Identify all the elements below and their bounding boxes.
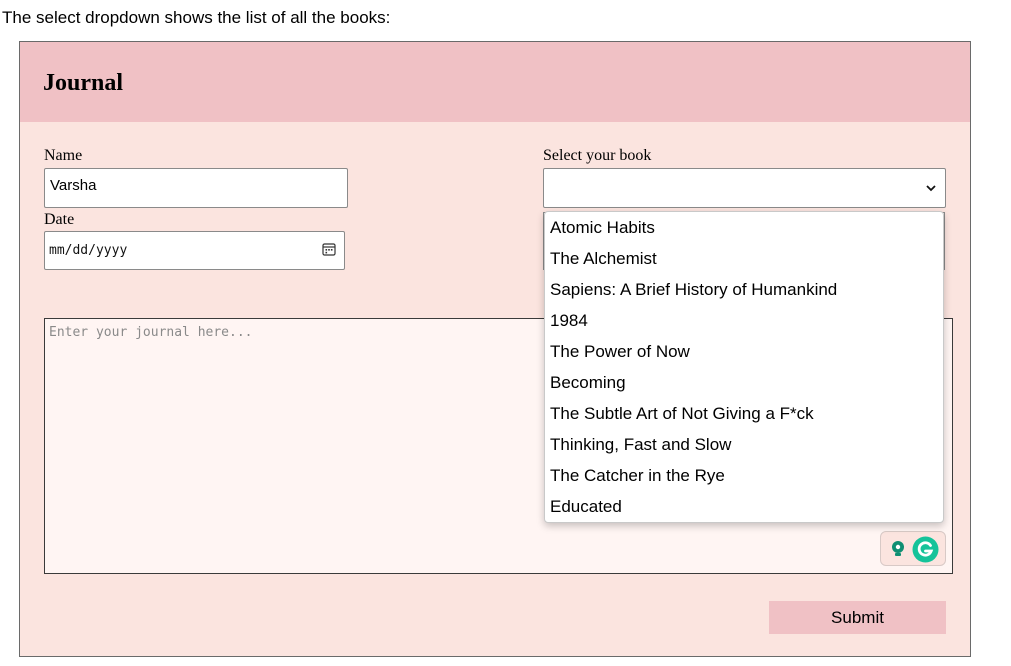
date-field[interactable]: mm/dd/yyyy: [44, 231, 345, 270]
date-label: Date: [44, 211, 75, 228]
dropdown-option[interactable]: Becoming: [545, 367, 943, 398]
book-select[interactable]: [543, 168, 946, 208]
name-value: Varsha: [50, 177, 97, 194]
name-label: Name: [44, 147, 83, 164]
date-placeholder: mm/dd/yyyy: [49, 243, 128, 258]
submit-button[interactable]: Submit: [769, 601, 946, 634]
book-dropdown-list: Atomic Habits The Alchemist Sapiens: A B…: [544, 211, 944, 523]
caption-text: The select dropdown shows the list of al…: [2, 8, 391, 27]
journal-placeholder: Enter your journal here...: [49, 325, 253, 340]
chevron-down-icon: [926, 185, 936, 192]
dropdown-option[interactable]: The Catcher in the Rye: [545, 460, 943, 491]
app-header: Journal: [20, 42, 970, 122]
dropdown-option[interactable]: Educated: [545, 491, 943, 522]
dropdown-option[interactable]: 1984: [545, 305, 943, 336]
dropdown-option[interactable]: The Subtle Art of Not Giving a F*ck: [545, 398, 943, 429]
page-title: Journal: [43, 70, 124, 96]
calendar-icon[interactable]: [322, 242, 336, 256]
name-field[interactable]: Varsha: [44, 168, 348, 208]
lightbulb-icon[interactable]: [887, 538, 909, 560]
book-label: Select your book: [543, 147, 652, 164]
dropdown-option[interactable]: Atomic Habits: [545, 212, 943, 243]
dropdown-option[interactable]: The Alchemist: [545, 243, 943, 274]
dropdown-option[interactable]: The Power of Now: [545, 336, 943, 367]
dropdown-option[interactable]: Sapiens: A Brief History of Humankind: [545, 274, 943, 305]
grammarly-widget[interactable]: [880, 531, 946, 566]
grammarly-logo-icon[interactable]: [912, 536, 939, 563]
dropdown-option[interactable]: Thinking, Fast and Slow: [545, 429, 943, 460]
